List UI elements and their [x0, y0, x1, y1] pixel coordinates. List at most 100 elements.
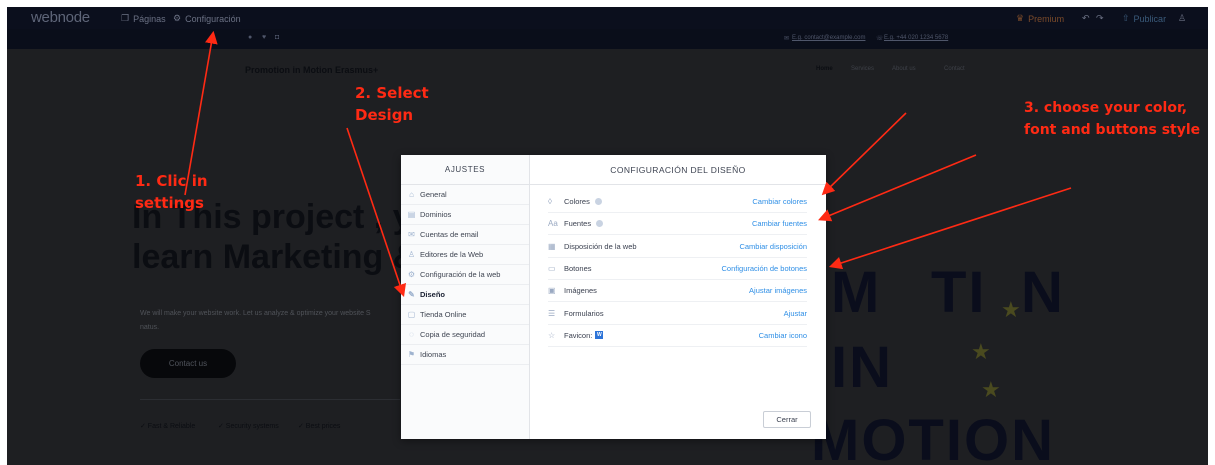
- facebook-icon[interactable]: ●: [248, 34, 252, 41]
- nav-home[interactable]: Home: [816, 66, 833, 72]
- motion-word-motion: MOTION: [811, 408, 1055, 465]
- sidebar-title: AJUSTES: [401, 155, 529, 185]
- layout-icon: ▦: [548, 241, 556, 251]
- crown-icon: ♛: [1016, 13, 1025, 23]
- hero-description-line-1: We will make your website work. Let us a…: [140, 310, 371, 317]
- design-row-im-genes: ▣ Imágenes Ajustar imágenes: [548, 280, 807, 303]
- brush-icon: ✎: [408, 290, 415, 299]
- mail-icon: ✉: [408, 230, 415, 239]
- sidebar-item-editores-de-la-web[interactable]: ♙ Editores de la Web: [401, 245, 529, 265]
- home-icon: ⌂: [409, 190, 414, 199]
- annotation-step-1-line-1: 1. Clic in: [135, 172, 208, 190]
- design-settings-panel: CONFIGURACIÓN DEL DISEÑO ◊ Colores Cambiar…: [530, 155, 826, 439]
- design-row-botones: ▭ Botones Configuración de botones: [548, 258, 807, 280]
- pages-label: Páginas: [133, 13, 166, 24]
- hero-description-line-2: natus.: [140, 324, 160, 331]
- motion-word-n: N: [1021, 260, 1065, 325]
- design-row-label: Imágenes: [564, 286, 597, 296]
- site-brand[interactable]: Promotion in Motion Erasmus+: [245, 65, 378, 75]
- design-row-link[interactable]: Configuración de botones: [722, 264, 807, 273]
- design-row-label: Formularios: [564, 308, 604, 318]
- motion-word-in: IN: [831, 335, 893, 400]
- close-button[interactable]: Cerrar: [763, 411, 811, 428]
- settings-menu[interactable]: ⚙ Configuración: [173, 13, 241, 24]
- info-icon[interactable]: [596, 220, 604, 228]
- pages-menu[interactable]: ❐ Páginas: [121, 13, 166, 24]
- redo-icon: ↷: [1096, 13, 1104, 23]
- contact-us-button[interactable]: Contact us: [140, 349, 236, 378]
- design-row-label: Favicon:: [564, 330, 593, 340]
- nav-contact[interactable]: Contact: [944, 66, 965, 72]
- email-icon: ✉: [784, 36, 790, 42]
- domain-icon: ▤: [407, 210, 416, 219]
- backup-icon: ◌: [409, 330, 414, 339]
- annotation-step-3-line-2: font and buttons style: [1024, 122, 1201, 138]
- design-row-label: Disposición de la web: [564, 241, 637, 251]
- sidebar-item-cuentas-de-email[interactable]: ✉ Cuentas de email: [401, 225, 529, 245]
- upload-icon: ⇧: [1122, 13, 1130, 23]
- design-row-link[interactable]: Cambiar colores: [752, 197, 807, 206]
- account-button[interactable]: ♙: [1178, 13, 1186, 24]
- motion-word-ti: TI: [931, 260, 987, 325]
- annotation-step-2-line-1: 2. Select: [355, 84, 429, 102]
- user-icon: ♙: [1178, 13, 1187, 23]
- feature-security: ✓ Security systems: [218, 423, 279, 430]
- bag-icon: ▢: [407, 310, 416, 319]
- nav-about[interactable]: About us: [892, 66, 916, 72]
- user-icon: ♙: [407, 250, 416, 259]
- annotation-step-2-line-2: Design: [355, 106, 414, 124]
- divider: [140, 399, 400, 400]
- design-row-label: Botones: [564, 263, 592, 273]
- star-icon: ★: [1001, 297, 1021, 322]
- favicon-preview: W: [595, 331, 604, 340]
- publish-button[interactable]: ⇧ Publicar: [1122, 13, 1166, 24]
- panel-title: CONFIGURACIÓN DEL DISEÑO: [530, 155, 826, 185]
- design-row-colores: ◊ Colores Cambiar colores: [548, 191, 807, 213]
- twitter-icon[interactable]: ♥: [262, 34, 266, 41]
- sidebar-item-label: Idiomas: [420, 350, 447, 359]
- design-row-link[interactable]: Cambiar disposición: [739, 242, 807, 251]
- sidebar-item-dise-o[interactable]: ✎ Diseño: [401, 285, 529, 305]
- undo-button[interactable]: ↶: [1082, 13, 1090, 24]
- sidebar-item-tienda-online[interactable]: ▢ Tienda Online: [401, 305, 529, 325]
- settings-modal: AJUSTES ⌂ General ▤ Dominios ✉ Cuentas de ema…: [401, 155, 826, 439]
- phone-icon: ☏: [876, 36, 884, 42]
- nav-services[interactable]: Services: [851, 66, 874, 72]
- gear-icon: ⚙: [173, 13, 182, 23]
- sidebar-item-copia-de-seguridad[interactable]: ◌ Copia de seguridad: [401, 325, 529, 345]
- editor-top-bar: webnode ❐ Páginas ⚙ Configuración ♛ Prem…: [7, 7, 1208, 29]
- feature-prices: ✓ Best prices: [298, 423, 341, 430]
- info-icon[interactable]: [594, 198, 602, 205]
- annotation-step-1-line-2: settings: [135, 194, 204, 212]
- contact-phone[interactable]: E.g. +44 020 1234 5678: [884, 35, 948, 41]
- motion-logo-image: M TI N IN MOTION ★ ★ ★: [811, 259, 1091, 465]
- sidebar-item-label: Dominios: [420, 210, 452, 219]
- design-row-link[interactable]: Cambiar fuentes: [752, 219, 807, 228]
- pages-icon: ❐: [121, 13, 130, 23]
- star-icon: ★: [971, 339, 991, 364]
- annotation-step-3-line-1: 3. choose your color,: [1024, 100, 1188, 116]
- hero-description: We will make your website work. Let us a…: [140, 307, 400, 335]
- sidebar-item-configuraci-n-de-la-web[interactable]: ⚙ Configuración de la web: [401, 265, 529, 285]
- annotation-step-3: 3. choose your color, font and buttons s…: [1024, 97, 1200, 141]
- design-row-favicon: ☆ Favicon: W Cambiar icono: [548, 325, 807, 347]
- design-row-disposici-n-de-la-web: ▦ Disposición de la web Cambiar disposició…: [548, 236, 807, 258]
- design-row-link[interactable]: Cambiar icono: [759, 331, 807, 340]
- design-row-label: Fuentes: [564, 219, 592, 229]
- design-row-link[interactable]: Ajustar: [784, 309, 807, 318]
- design-row-link[interactable]: Ajustar imágenes: [749, 286, 807, 295]
- contact-email[interactable]: E.g. contact@example.com: [792, 35, 865, 41]
- gear-icon: ⚙: [407, 270, 416, 279]
- instagram-icon[interactable]: ◘: [275, 34, 279, 41]
- image-icon: ▣: [548, 286, 556, 296]
- button-icon: ▭: [548, 263, 556, 273]
- design-row-label: Colores: [564, 197, 590, 206]
- sidebar-item-label: Editores de la Web: [420, 250, 484, 259]
- redo-button[interactable]: ↷: [1096, 13, 1104, 24]
- sidebar-item-dominios[interactable]: ▤ Dominios: [401, 205, 529, 225]
- annotation-step-2: 2. Select Design: [355, 82, 429, 126]
- sidebar-item-general[interactable]: ⌂ General: [401, 185, 529, 205]
- feature-fast: ✓ Fast & Reliable: [140, 423, 196, 430]
- premium-button[interactable]: ♛ Premium: [1016, 13, 1064, 24]
- sidebar-item-idiomas[interactable]: ⚑ Idiomas: [401, 345, 529, 365]
